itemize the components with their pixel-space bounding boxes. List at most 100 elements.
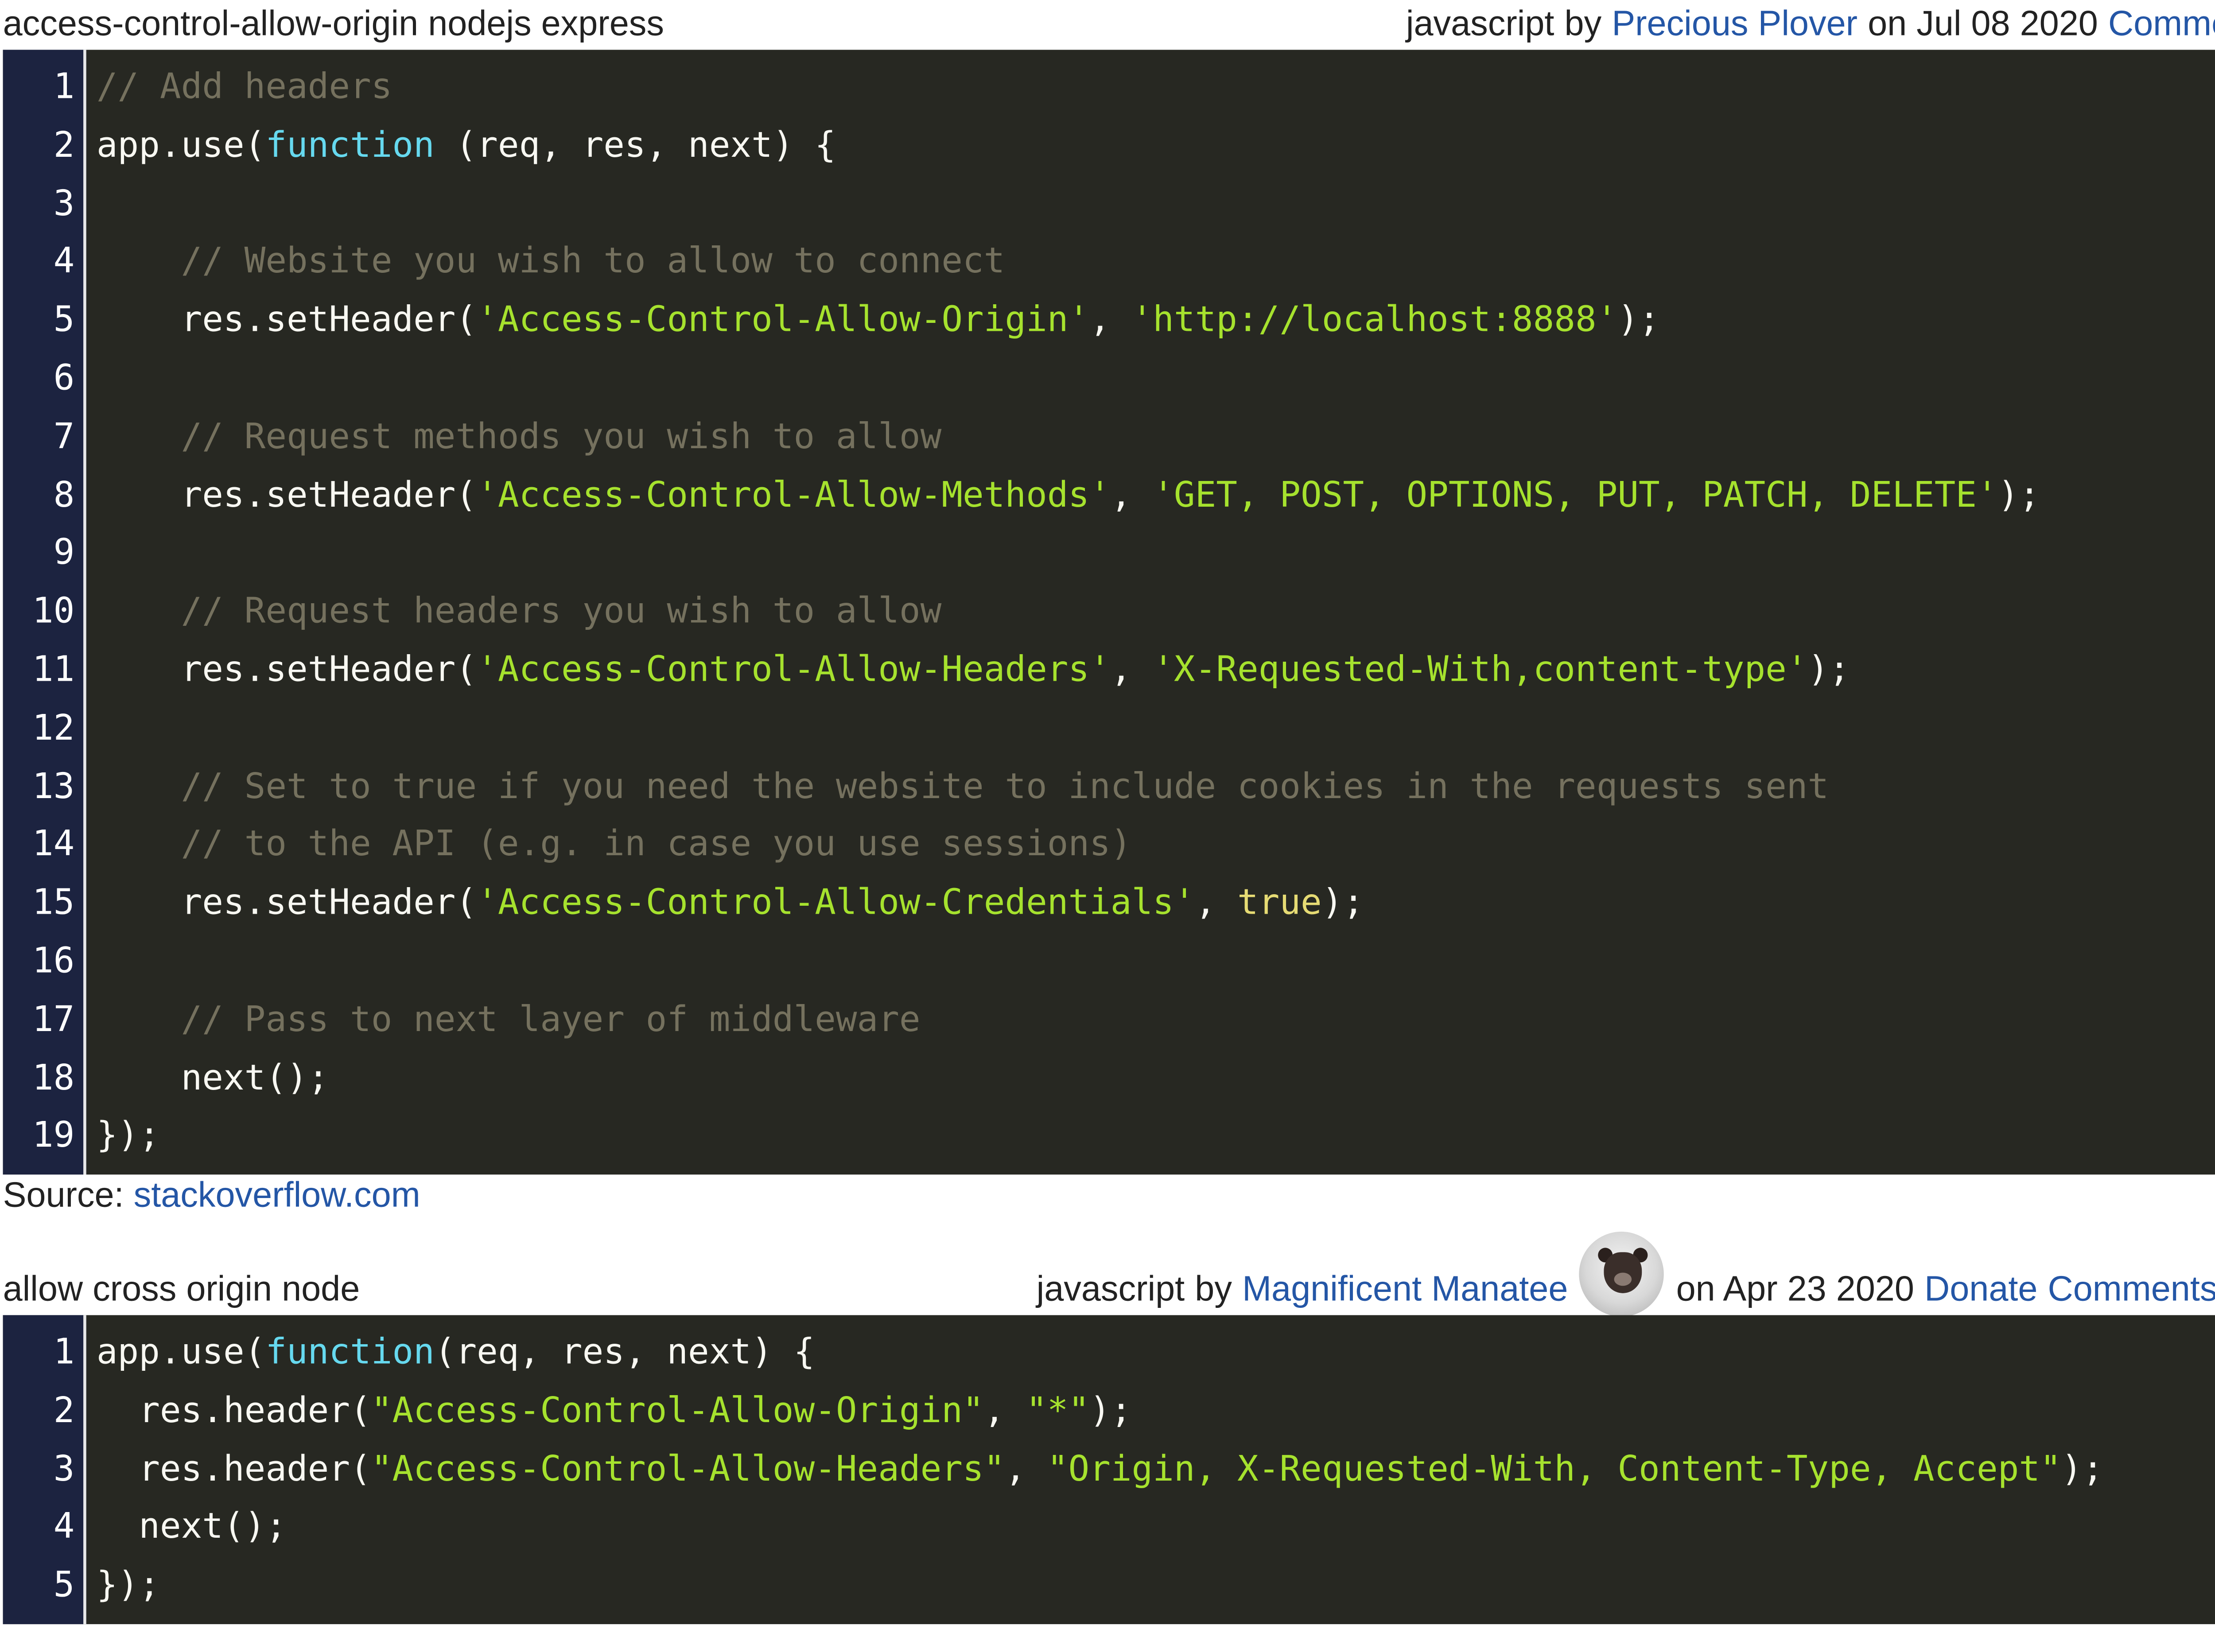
code-line: 3 res.header("Access-Control-Allow-Heade… bbox=[3, 1440, 2215, 1499]
line-number: 11 bbox=[32, 648, 75, 690]
code-token: , bbox=[1195, 882, 1237, 923]
code-token: (req, res, next) { bbox=[434, 124, 836, 165]
code-token: ); bbox=[1321, 882, 1364, 923]
language-label: javascript bbox=[1036, 1269, 1185, 1310]
code-token: // Pass to next layer of middleware bbox=[181, 998, 921, 1039]
donate-link[interactable]: Donate bbox=[1924, 1270, 2037, 1311]
comment-link[interactable]: Comment bbox=[2108, 4, 2215, 46]
code-token: ); bbox=[1997, 473, 2040, 515]
code-token: ); bbox=[1617, 299, 1660, 340]
snippet-2: allow cross origin node javascript by Ma… bbox=[3, 1231, 2215, 1625]
code-token: 'Access-Control-Allow-Origin' bbox=[477, 299, 1090, 340]
code-line: 5}); bbox=[3, 1557, 2215, 1616]
page: access-control-allow-origin nodejs expre… bbox=[0, 0, 2215, 1652]
code-line: 6 bbox=[3, 350, 2215, 408]
code-text: res.setHeader('Access-Control-Allow-Head… bbox=[97, 641, 1850, 700]
author-link[interactable]: Magnificent Manatee bbox=[1242, 1270, 1568, 1311]
code-token: app.use( bbox=[96, 1331, 266, 1373]
date-label: on Apr 23 2020 bbox=[1676, 1269, 1914, 1310]
code-line: 19}); bbox=[3, 1108, 2215, 1166]
code-token: 'Access-Control-Allow-Methods' bbox=[477, 473, 1111, 515]
code-block[interactable]: 1 app.use(function(req, res, next) { 2 res… bbox=[3, 1315, 2215, 1625]
code-token: "Access-Control-Allow-Origin" bbox=[371, 1389, 984, 1431]
code-line: 17 // Pass to next layer of middleware bbox=[3, 991, 2215, 1050]
code-line: 18 next(); bbox=[3, 1049, 2215, 1108]
line-number: 2 bbox=[53, 1389, 75, 1431]
line-number: 4 bbox=[53, 1506, 75, 1547]
code-token: // Add headers bbox=[96, 66, 392, 107]
code-token: // Request methods you wish to allow bbox=[181, 415, 942, 457]
source-link[interactable]: stackoverflow.com bbox=[134, 1176, 420, 1216]
code-line: 1 app.use(function(req, res, next) { bbox=[3, 1324, 2215, 1382]
code-token: res.setHeader( bbox=[96, 648, 477, 690]
code-token: }); bbox=[96, 1564, 160, 1605]
code-token: // Request headers you wish to allow bbox=[181, 590, 942, 632]
code-token: 'http://localhost:8888' bbox=[1131, 299, 1618, 340]
snippet-title: access-control-allow-origin nodejs expre… bbox=[3, 4, 664, 44]
line-number: 17 bbox=[32, 998, 75, 1039]
code-line: 1 // Add headers bbox=[3, 58, 2215, 117]
code-line: 5 res.setHeader('Access-Control-Allow-Or… bbox=[3, 292, 2215, 350]
code-token: res.setHeader( bbox=[96, 299, 477, 340]
line-number: 8 bbox=[53, 473, 75, 515]
code-token: res.setHeader( bbox=[96, 473, 477, 515]
code-text: // Website you wish to allow to connect bbox=[97, 233, 1005, 292]
line-number: 2 bbox=[53, 124, 75, 165]
line-number: 18 bbox=[32, 1056, 75, 1098]
code-token: res.setHeader( bbox=[96, 882, 477, 923]
line-number: 13 bbox=[32, 765, 75, 807]
code-token: 'Access-Control-Allow-Headers' bbox=[477, 648, 1111, 690]
code-token: 'Access-Control-Allow-Credentials' bbox=[477, 882, 1195, 923]
code-text: res.header("Access-Control-Allow-Headers… bbox=[97, 1440, 2103, 1499]
code-text: // Request methods you wish to allow bbox=[97, 408, 942, 467]
code-text: res.setHeader('Access-Control-Allow-Cred… bbox=[97, 875, 1364, 933]
code-line: 9 bbox=[3, 525, 2215, 583]
avatar[interactable] bbox=[1579, 1231, 1665, 1317]
code-token: function bbox=[265, 1331, 435, 1373]
code-token: app.use( bbox=[96, 124, 266, 165]
line-number: 19 bbox=[32, 1115, 75, 1156]
line-number: 1 bbox=[53, 66, 75, 107]
code-line: 4 next(); bbox=[3, 1499, 2215, 1557]
line-number: 16 bbox=[32, 940, 75, 981]
code-text: // Pass to next layer of middleware bbox=[97, 991, 921, 1050]
code-text: res.setHeader('Access-Control-Allow-Orig… bbox=[97, 292, 1660, 350]
code-line: 16 bbox=[3, 933, 2215, 991]
code-text: res.header("Access-Control-Allow-Origin"… bbox=[96, 1382, 1131, 1441]
code-text: }); bbox=[97, 1557, 160, 1616]
line-number: 5 bbox=[53, 1564, 75, 1605]
code-line: 14 // to the API (e.g. in case you use s… bbox=[3, 816, 2215, 875]
line-number: 12 bbox=[32, 707, 75, 748]
line-number: 7 bbox=[53, 415, 75, 457]
date-label: on Jul 08 2020 bbox=[1868, 4, 2098, 44]
author-link[interactable]: Precious Plover bbox=[1612, 4, 1857, 46]
source-line: Source: stackoverflow.com bbox=[3, 1175, 2215, 1218]
code-block[interactable]: 1 // Add headers 2 app.use(function (req, r… bbox=[3, 50, 2215, 1175]
line-number: 9 bbox=[53, 532, 75, 574]
comments-link[interactable]: Comments(1) bbox=[2048, 1270, 2215, 1311]
code-line: 7 // Request methods you wish to allow bbox=[3, 408, 2215, 467]
snippet-meta: javascript by Magnificent Manatee on Apr… bbox=[1036, 1226, 2215, 1317]
code-token: true bbox=[1237, 882, 1322, 923]
code-text: next(); bbox=[97, 1049, 329, 1108]
code-token: , bbox=[983, 1389, 1026, 1431]
code-token: , bbox=[1110, 648, 1153, 690]
line-number: 15 bbox=[32, 882, 75, 923]
code-token: (req, res, next) { bbox=[434, 1331, 815, 1373]
code-token: function bbox=[265, 124, 435, 165]
code-token: next(); bbox=[96, 1056, 329, 1098]
code-token: , bbox=[1089, 299, 1132, 340]
code-text: // Request headers you wish to allow bbox=[97, 583, 942, 642]
code-token: // Website you wish to allow to connect bbox=[181, 240, 1005, 282]
line-number: 5 bbox=[53, 299, 75, 340]
code-text: // to the API (e.g. in case you use sess… bbox=[97, 816, 1132, 875]
code-line: 4 // Website you wish to allow to connec… bbox=[3, 233, 2215, 292]
code-token: , bbox=[1110, 473, 1153, 515]
code-token: res.header( bbox=[96, 1389, 371, 1431]
code-token: // Set to true if you need the website t… bbox=[181, 765, 1829, 807]
snippet-header: access-control-allow-origin nodejs expre… bbox=[3, 0, 2215, 50]
code-line: 11 res.setHeader('Access-Control-Allow-H… bbox=[3, 641, 2215, 700]
